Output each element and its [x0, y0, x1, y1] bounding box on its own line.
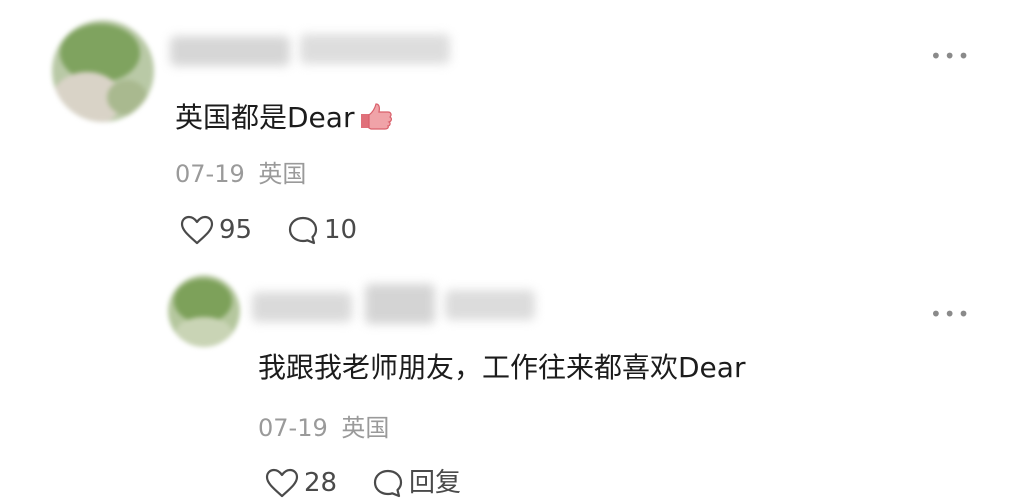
username-redacted	[445, 290, 535, 320]
avatar[interactable]	[52, 20, 154, 122]
reply-count: 10	[324, 215, 358, 245]
comment-location: 英国	[258, 160, 307, 188]
like-button[interactable]: 28	[265, 468, 337, 498]
comment-date: 07-19	[258, 414, 328, 442]
speech-bubble-icon	[373, 469, 403, 498]
like-button[interactable]: 95	[180, 215, 252, 245]
comment-date: 07-19	[175, 160, 245, 188]
heart-outline-icon	[265, 468, 299, 498]
speech-bubble-icon	[288, 216, 318, 245]
reply-button[interactable]: 回复	[372, 468, 461, 498]
reply-label: 回复	[409, 468, 462, 498]
avatar[interactable]	[168, 275, 240, 347]
comment-text: 英国都是Dear	[175, 101, 355, 134]
comment-location: 英国	[341, 414, 390, 442]
reply-count-button[interactable]: 10	[287, 215, 357, 245]
username-redacted	[365, 284, 435, 324]
heart-outline-icon	[180, 215, 214, 245]
comment-body: 英国都是Dear	[175, 101, 395, 138]
comment-meta: 07-19 英国	[175, 160, 306, 188]
comment-text: 我跟我老师朋友，工作往来都喜欢Dear	[258, 351, 746, 384]
more-options-icon[interactable]: •••	[930, 304, 971, 324]
username-redacted[interactable]	[170, 36, 290, 66]
like-count: 95	[219, 215, 253, 245]
more-options-icon[interactable]: •••	[930, 46, 971, 66]
thumbs-up-icon	[355, 102, 395, 138]
username-redacted[interactable]	[252, 292, 352, 322]
comment-thread: ••• 英国都是Dear 07-19 英国 95 10 ••• 我跟我老师朋友，…	[0, 0, 1024, 504]
username-redacted	[300, 34, 450, 64]
comment-meta: 07-19 英国	[258, 414, 389, 442]
like-count: 28	[304, 468, 338, 498]
